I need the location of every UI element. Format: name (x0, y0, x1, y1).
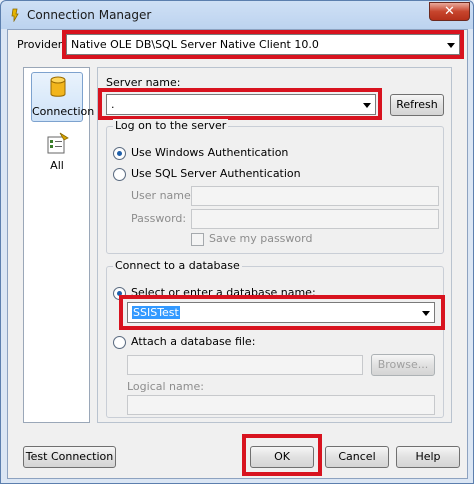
attach-db-radio[interactable] (113, 336, 126, 349)
provider-highlight (62, 30, 464, 59)
username-field[interactable] (191, 186, 439, 206)
logon-group-title: Log on to the server (113, 119, 229, 132)
properties-icon (47, 132, 69, 154)
help-button[interactable]: Help (396, 446, 460, 468)
refresh-button[interactable]: Refresh (390, 94, 444, 116)
dialog-client-area: Provider: Native OLE DB\SQL Server Nativ… (7, 29, 468, 479)
windows-auth-label: Use Windows Authentication (131, 146, 289, 159)
database-group: Connect to a database Select or enter a … (106, 259, 445, 418)
password-field[interactable] (191, 209, 439, 229)
username-label: User name: (131, 189, 195, 202)
ok-highlight (242, 434, 322, 476)
database-name-highlight (119, 295, 445, 330)
sidebar-item-all[interactable]: All (31, 130, 83, 180)
server-name-highlight (98, 88, 382, 120)
sql-auth-radio[interactable] (113, 168, 126, 181)
window-title: Connection Manager (27, 8, 152, 22)
logon-group: Log on to the server Use Windows Authent… (106, 119, 444, 254)
test-connection-button[interactable]: Test Connection (23, 446, 116, 468)
sql-auth-label: Use SQL Server Authentication (131, 167, 301, 180)
password-label: Password: (131, 212, 187, 225)
save-password-label: Save my password (209, 232, 313, 245)
title-bar: Connection Manager ✕ (1, 1, 473, 29)
connection-panel: Server name: . Refresh Log on to the ser… (97, 67, 452, 423)
connection-manager-window: Connection Manager ✕ Provider: Native OL… (0, 0, 474, 484)
sidebar-item-label: Connection (32, 105, 95, 118)
database-icon (50, 76, 66, 97)
attach-db-label: Attach a database file: (131, 335, 256, 348)
save-password-checkbox[interactable] (191, 233, 204, 246)
database-group-title: Connect to a database (113, 259, 242, 272)
close-icon: ✕ (444, 4, 455, 19)
sidebar-item-label: All (50, 159, 64, 172)
page-selector: Connection All (23, 67, 95, 423)
logical-name-field[interactable] (127, 395, 435, 415)
logical-name-label: Logical name: (127, 380, 204, 393)
connection-manager-icon (11, 8, 19, 22)
windows-auth-radio[interactable] (113, 147, 126, 160)
cancel-button[interactable]: Cancel (325, 446, 389, 468)
attach-db-field[interactable] (127, 355, 363, 375)
sidebar-item-connection[interactable]: Connection (31, 72, 95, 122)
provider-label: Provider: (17, 38, 66, 51)
browse-button[interactable]: Browse... (371, 354, 435, 376)
close-button[interactable]: ✕ (429, 2, 470, 21)
